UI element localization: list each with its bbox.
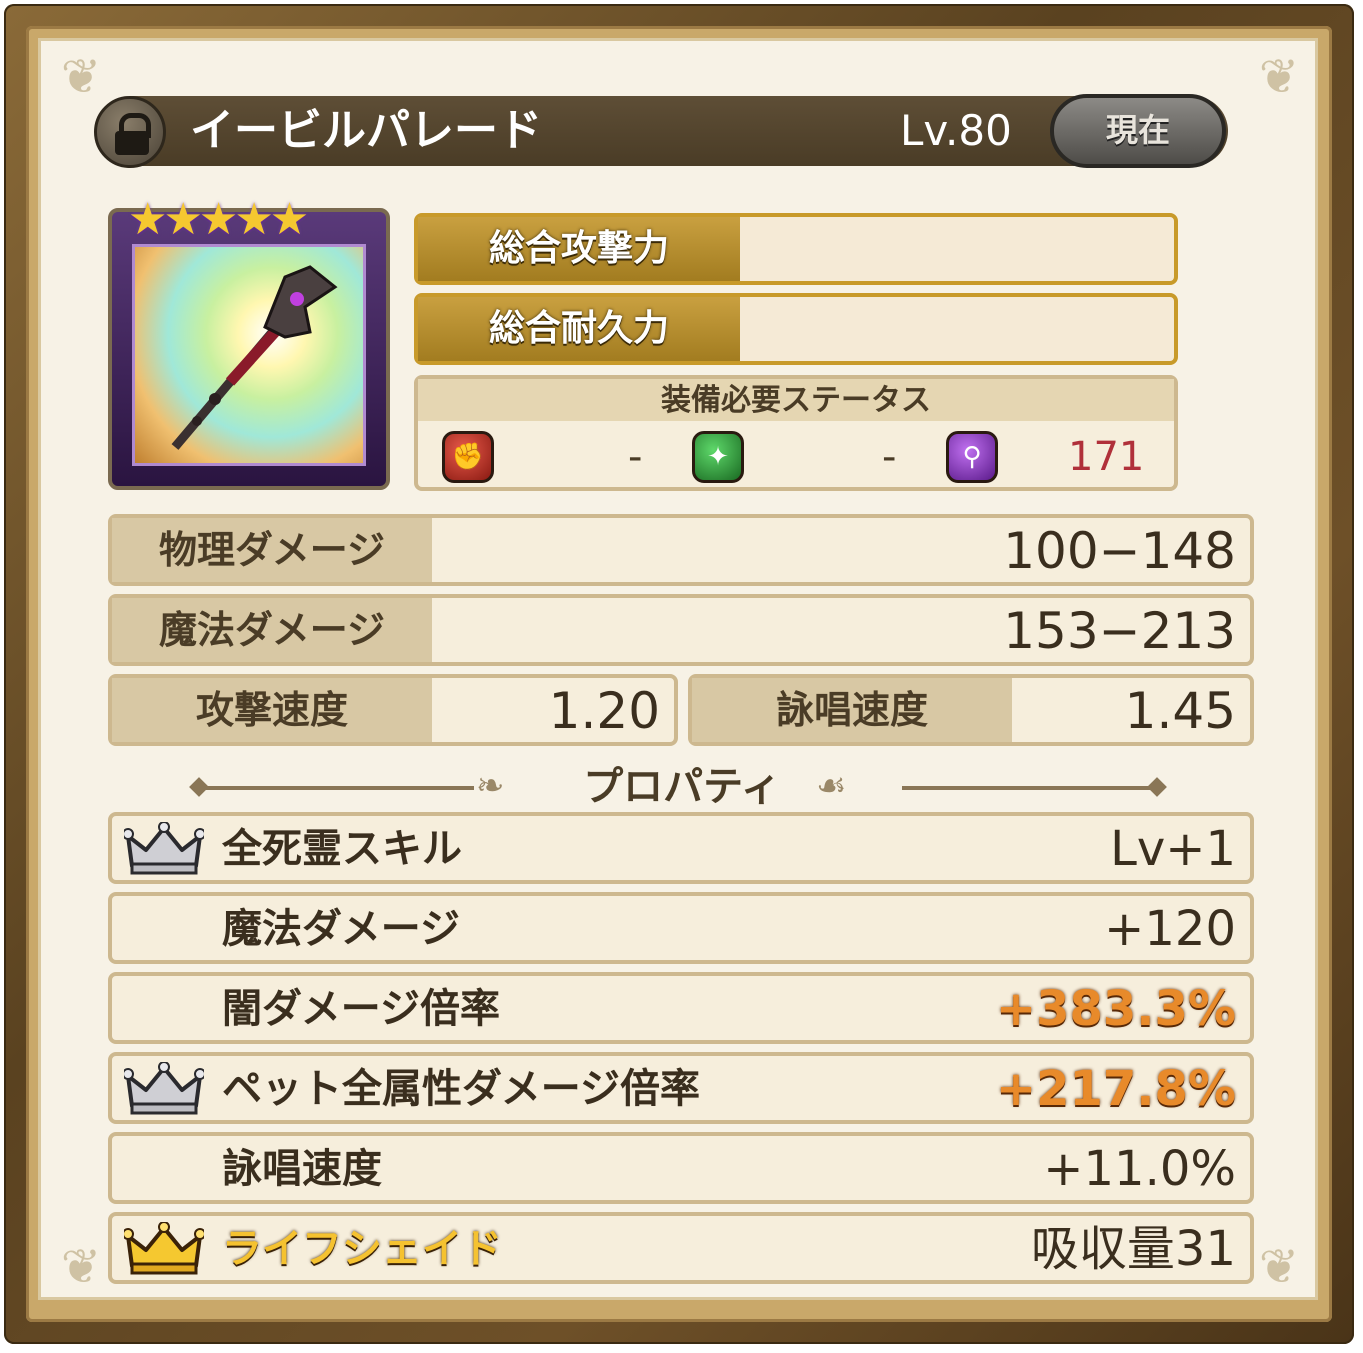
total-durability-label: 総合耐久力 bbox=[418, 297, 740, 361]
property-row: 詠唱速度 +11.0% bbox=[108, 1132, 1254, 1204]
corner-ornament: ❦ bbox=[60, 1239, 102, 1295]
silver-crown-icon bbox=[124, 822, 204, 875]
fist-icon: ✊ bbox=[442, 431, 494, 483]
total-durability-row: 総合耐久力 bbox=[414, 293, 1178, 365]
stat-value: 1.20 bbox=[548, 682, 660, 740]
wand-icon: ⚲ bbox=[946, 431, 998, 483]
lock-icon[interactable] bbox=[94, 96, 166, 168]
silver-crown-icon bbox=[124, 1062, 204, 1115]
properties-title: プロパティ bbox=[583, 764, 781, 810]
attack-speed-row: 攻撃速度 1.20 bbox=[108, 674, 678, 746]
cast-speed-row: 詠唱速度 1.45 bbox=[688, 674, 1254, 746]
properties-divider: ❧ プロパティ ☙ bbox=[189, 762, 1172, 814]
rarity-stars: ★★★★★ bbox=[128, 194, 309, 245]
property-label: 詠唱速度 bbox=[222, 1146, 382, 1192]
corner-ornament: ❦ bbox=[60, 49, 102, 105]
required-status-title: 装備必要ステータス bbox=[418, 379, 1174, 421]
required-status-box: 装備必要ステータス ✊ - ✦ - ⚲ 171 bbox=[414, 375, 1178, 491]
corner-ornament: ❦ bbox=[1258, 1239, 1300, 1295]
ornament-icon: ❧ bbox=[476, 766, 505, 806]
item-name: イービルパレード bbox=[190, 105, 542, 156]
property-row: 魔法ダメージ +120 bbox=[108, 892, 1254, 964]
property-row: 全死霊スキル Lv+1 bbox=[108, 812, 1254, 884]
property-label: ペット全属性ダメージ倍率 bbox=[222, 1066, 700, 1112]
ornament-icon: ☙ bbox=[816, 766, 847, 806]
property-row: ライフシェイド 吸収量31 bbox=[108, 1212, 1254, 1284]
stat-value: 153−213 bbox=[1003, 602, 1236, 660]
property-row: ペット全属性ダメージ倍率 +217.8% bbox=[108, 1052, 1254, 1124]
property-value: +383.3% bbox=[995, 981, 1236, 1037]
property-label: 全死霊スキル bbox=[222, 826, 462, 872]
intelligence-requirement: 171 bbox=[1068, 434, 1145, 480]
property-label: 闇ダメージ倍率 bbox=[222, 986, 500, 1032]
property-label: ライフシェイド bbox=[222, 1226, 502, 1272]
item-card: ★★★★★ bbox=[108, 194, 390, 490]
strength-requirement: - bbox=[628, 434, 643, 480]
staff-image bbox=[132, 244, 366, 466]
stat-label: 物理ダメージ bbox=[112, 518, 432, 582]
stat-label: 魔法ダメージ bbox=[112, 598, 432, 662]
property-value: +11.0% bbox=[1043, 1141, 1236, 1197]
current-button[interactable]: 現在 bbox=[1050, 94, 1226, 168]
property-value: +217.8% bbox=[995, 1061, 1236, 1117]
total-attack-row: 総合攻撃力 bbox=[414, 213, 1178, 285]
stat-value: 1.45 bbox=[1124, 682, 1236, 740]
stat-label: 攻撃速度 bbox=[112, 678, 432, 742]
item-level: Lv.80 bbox=[900, 106, 1012, 155]
corner-ornament: ❦ bbox=[1258, 49, 1300, 105]
property-row: 闇ダメージ倍率 +383.3% bbox=[108, 972, 1254, 1044]
property-value: 吸収量31 bbox=[1030, 1221, 1236, 1277]
stat-value: 100−148 bbox=[1003, 522, 1236, 580]
gold-crown-icon bbox=[124, 1222, 204, 1275]
property-label: 魔法ダメージ bbox=[222, 906, 460, 952]
physical-damage-row: 物理ダメージ 100−148 bbox=[108, 514, 1254, 586]
magic-damage-row: 魔法ダメージ 153−213 bbox=[108, 594, 1254, 666]
property-value: Lv+1 bbox=[1110, 821, 1236, 877]
sparkle-icon: ✦ bbox=[692, 431, 744, 483]
property-value: +120 bbox=[1104, 901, 1236, 957]
stat-label: 詠唱速度 bbox=[692, 678, 1012, 742]
total-attack-label: 総合攻撃力 bbox=[418, 217, 740, 281]
dexterity-requirement: - bbox=[882, 434, 897, 480]
